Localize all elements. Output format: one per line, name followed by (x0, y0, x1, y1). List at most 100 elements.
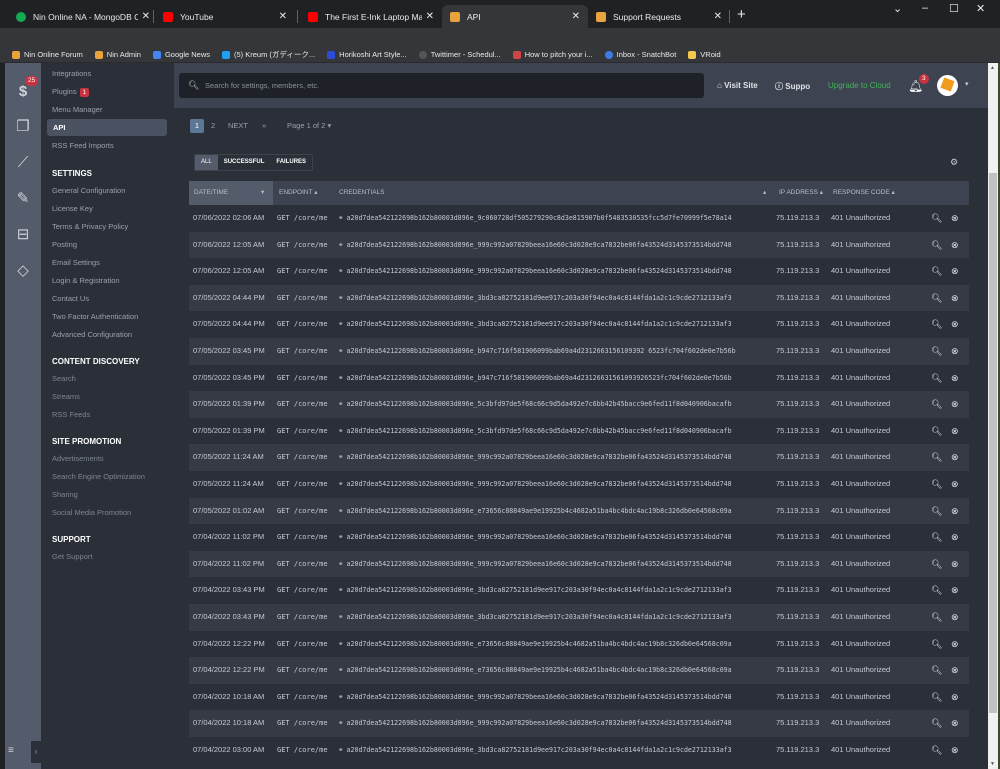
delete-icon[interactable]: ⊗ (951, 684, 959, 711)
page-jump-dropdown[interactable]: Page 1 of 2 ▾ (287, 119, 331, 133)
filter-failures[interactable]: FAILURES (270, 155, 312, 170)
delete-icon[interactable]: ⊗ (951, 285, 959, 312)
chart-line-icon[interactable]: ⟋ (14, 154, 32, 172)
view-icon[interactable]: 🔍︎ (931, 604, 942, 631)
delete-icon[interactable]: ⊗ (951, 577, 959, 604)
user-avatar[interactable] (937, 75, 958, 96)
bookmark-snatchbot[interactable]: Inbox - SnatchBot (604, 50, 676, 59)
close-window-icon[interactable]: ✕ (976, 2, 985, 15)
sidebar-item-search[interactable]: Search (52, 374, 76, 383)
view-icon[interactable]: 🔍︎ (931, 311, 942, 338)
view-icon[interactable]: 🔍︎ (931, 524, 942, 551)
bookmark-horikoshi[interactable]: Horikoshi Art Style... (327, 50, 407, 59)
header-response-code[interactable]: RESPONSE CODE ▴ (833, 181, 895, 205)
delete-icon[interactable]: ⊗ (951, 365, 959, 392)
page-1-button[interactable]: 1 (190, 119, 204, 133)
view-icon[interactable]: 🔍︎ (931, 391, 942, 418)
close-icon[interactable]: ✕ (714, 11, 722, 22)
sidebar-item-rss-feed-imports[interactable]: RSS Feed Imports (52, 141, 114, 150)
sidebar-item-plugins[interactable]: Plugins 1 (52, 87, 90, 97)
bookmark-kreum[interactable]: (5) Kreum (ガディーク... (222, 49, 315, 60)
visit-site-link[interactable]: ⌂ Visit Site (717, 81, 758, 90)
delete-icon[interactable]: ⊗ (951, 710, 959, 737)
bookmark-vroid[interactable]: VRoid (688, 50, 721, 59)
tab-youtube[interactable]: YouTube ✕ (155, 5, 295, 28)
sidebar-item-api[interactable]: API (47, 119, 167, 136)
scrollbar-thumb[interactable] (989, 173, 997, 713)
sidebar-item-social-media-promotion[interactable]: Social Media Promotion (52, 508, 131, 517)
filter-successful[interactable]: SUCCESSFUL (218, 155, 271, 170)
tab-api[interactable]: API ✕ (442, 5, 588, 28)
delete-icon[interactable]: ⊗ (951, 737, 959, 764)
delete-icon[interactable]: ⊗ (951, 258, 959, 285)
tab-support-requests[interactable]: Support Requests ✕ (588, 5, 730, 28)
delete-icon[interactable]: ⊗ (951, 524, 959, 551)
minimize-icon[interactable]: – (922, 2, 928, 14)
sidebar-item-streams[interactable]: Streams (52, 392, 80, 401)
page-2-button[interactable]: 2 (211, 119, 215, 133)
view-icon[interactable]: 🔍︎ (931, 710, 942, 737)
bookmark-nin-online-forum[interactable]: Nin Online Forum (12, 50, 83, 59)
maximize-icon[interactable]: ☐ (949, 2, 959, 15)
bookmark-google-news[interactable]: Google News (152, 50, 210, 59)
sidebar-item-advanced-configuration[interactable]: Advanced Configuration (52, 330, 132, 339)
support-link[interactable]: ⓘ Suppo (775, 81, 810, 92)
delete-icon[interactable]: ⊗ (951, 232, 959, 259)
delete-icon[interactable]: ⊗ (951, 631, 959, 658)
delete-icon[interactable]: ⊗ (951, 604, 959, 631)
last-page-button[interactable]: » (262, 119, 266, 133)
diamond-icon[interactable]: ◇ (14, 262, 32, 280)
close-icon[interactable]: ✕ (142, 11, 150, 22)
sidebar-item-contact-us[interactable]: Contact Us (52, 294, 89, 303)
view-icon[interactable]: 🔍︎ (931, 418, 942, 445)
bookmark-pitch[interactable]: How to pitch your i... (512, 50, 593, 59)
view-icon[interactable]: 🔍︎ (931, 684, 942, 711)
sidebar-item-get-support[interactable]: Get Support (52, 552, 92, 561)
view-icon[interactable]: 🔍︎ (931, 577, 942, 604)
delete-icon[interactable]: ⊗ (951, 657, 959, 684)
bookmark-nin-admin[interactable]: Nin Admin (94, 50, 141, 59)
sidebar-item-advertisements[interactable]: Advertisements (52, 454, 104, 463)
sidebar-item-terms-privacy[interactable]: Terms & Privacy Policy (52, 222, 128, 231)
sidebar-item-email-settings[interactable]: Email Settings (52, 258, 100, 267)
next-page-button[interactable]: NEXT (228, 119, 248, 133)
basket-icon[interactable]: ⊟ (14, 226, 32, 244)
delete-icon[interactable]: ⊗ (951, 311, 959, 338)
close-icon[interactable]: ✕ (572, 11, 580, 22)
brush-icon[interactable]: ✎ (14, 190, 32, 208)
delete-icon[interactable]: ⊗ (951, 205, 959, 232)
sidebar-item-two-factor[interactable]: Two Factor Authentication (52, 312, 138, 321)
header-date[interactable]: DATE/TIME ▾ (189, 181, 273, 205)
sort-icon[interactable]: ▴ (763, 181, 766, 205)
filter-all[interactable]: ALL (195, 155, 218, 170)
scroll-up-icon[interactable]: ▲ (990, 65, 995, 71)
tab-eink-laptop[interactable]: The First E-Ink Laptop Makes Sen ✕ (300, 5, 442, 28)
tab-mongodb-charts[interactable]: Nin Online NA - MongoDB Charts ✕ (8, 5, 158, 28)
view-icon[interactable]: 🔍︎ (931, 285, 942, 312)
view-icon[interactable]: 🔍︎ (931, 258, 942, 285)
delete-icon[interactable]: ⊗ (951, 338, 959, 365)
sidebar-item-rss-feeds[interactable]: RSS Feeds (52, 410, 90, 419)
scroll-down-icon[interactable]: ▼ (990, 761, 995, 767)
delete-icon[interactable]: ⊗ (951, 444, 959, 471)
close-icon[interactable]: ✕ (426, 11, 434, 22)
collapse-sidebar-button[interactable]: ‹ (31, 741, 41, 763)
header-ip[interactable]: IP ADDRESS ▴ (779, 181, 823, 205)
new-tab-button[interactable]: + (737, 6, 746, 23)
view-icon[interactable]: 🔍︎ (931, 365, 942, 392)
bookmark-twittimer[interactable]: Twittimer - Schedul... (418, 50, 501, 59)
view-icon[interactable]: 🔍︎ (931, 498, 942, 525)
upgrade-to-cloud-link[interactable]: Upgrade to Cloud (828, 81, 891, 90)
view-icon[interactable]: 🔍︎ (931, 631, 942, 658)
sidebar-item-posting[interactable]: Posting (52, 240, 77, 249)
view-icon[interactable]: 🔍︎ (931, 551, 942, 578)
gear-icon[interactable]: ⚙ (950, 157, 958, 168)
delete-icon[interactable]: ⊗ (951, 391, 959, 418)
sidebar-item-sharing[interactable]: Sharing (52, 490, 78, 499)
sidebar-item-login-registration[interactable]: Login & Registration (52, 276, 120, 285)
view-icon[interactable]: 🔍︎ (931, 657, 942, 684)
view-icon[interactable]: 🔍︎ (931, 444, 942, 471)
delete-icon[interactable]: ⊗ (951, 498, 959, 525)
menu-hamburger-icon[interactable]: ≡ (8, 745, 14, 756)
delete-icon[interactable]: ⊗ (951, 418, 959, 445)
